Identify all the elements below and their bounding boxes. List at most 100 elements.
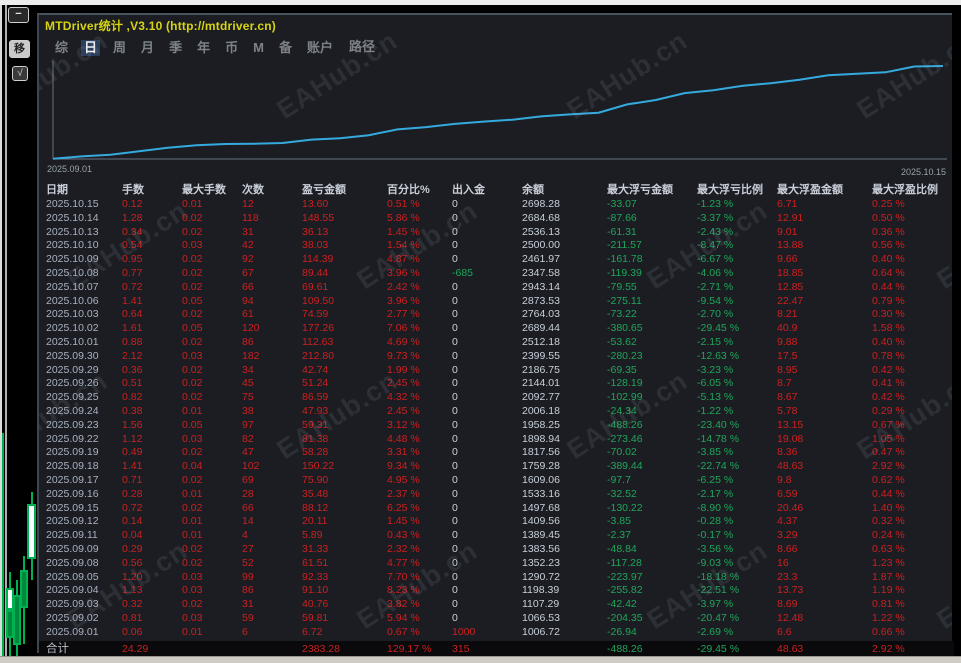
cell: -53.62 xyxy=(607,336,697,350)
cell: 0.03 xyxy=(182,239,242,253)
cell: 0.03 xyxy=(182,433,242,447)
cell: 81.38 xyxy=(302,433,387,447)
cell: 0.72 xyxy=(122,281,182,295)
cell: 1533.16 xyxy=(522,488,607,502)
total-label: 合计 xyxy=(46,641,122,657)
cell: 2144.01 xyxy=(522,377,607,391)
cell: 13.15 xyxy=(777,419,872,433)
cell: -3.23 % xyxy=(697,364,777,378)
cell: 0 xyxy=(452,239,522,253)
total-cell xyxy=(522,641,607,657)
cell: 0.02 xyxy=(182,212,242,226)
cell: 9.88 xyxy=(777,336,872,350)
table-header-row: 日期手数最大手数次数盈亏金额百分比%出入金余额最大浮亏金额最大浮亏比例最大浮盈金… xyxy=(39,182,954,198)
cell: 0.56 % xyxy=(872,239,954,253)
cell: 8.66 xyxy=(777,543,872,557)
cell: 7.06 % xyxy=(387,322,452,336)
cell: 4.48 % xyxy=(387,433,452,447)
cell: -3.85 % xyxy=(697,446,777,460)
cell: 0.28 xyxy=(122,488,182,502)
cell: -685 xyxy=(452,267,522,281)
cell: 0.05 xyxy=(182,419,242,433)
cell: 35.48 xyxy=(302,488,387,502)
table-row: 2025.09.250.820.027586.594.32 %02092.77-… xyxy=(39,391,954,405)
cell: 0.81 xyxy=(122,612,182,626)
tab-账户[interactable]: 账户 xyxy=(305,40,335,56)
table-row: 2025.10.030.640.026174.592.77 %02764.03-… xyxy=(39,308,954,322)
move-button[interactable]: 移 xyxy=(9,40,30,58)
cell: 0.03 xyxy=(182,571,242,585)
cell: 1609.06 xyxy=(522,474,607,488)
tab-日[interactable]: 日 xyxy=(81,40,100,56)
total-cell: 2.92 % xyxy=(872,641,954,657)
cell: 34 xyxy=(242,364,302,378)
tab-path[interactable]: 路径 xyxy=(347,39,377,55)
cell: 1198.39 xyxy=(522,584,607,598)
cell: 1.05 % xyxy=(872,433,954,447)
cell: 86 xyxy=(242,584,302,598)
cell: 2873.53 xyxy=(522,295,607,309)
cell: 0 xyxy=(452,281,522,295)
cell: -3.37 % xyxy=(697,212,777,226)
cell: 2.32 % xyxy=(387,543,452,557)
cell: 0 xyxy=(452,295,522,309)
table-row: 2025.09.181.410.04102150.229.34 %01759.2… xyxy=(39,460,954,474)
cell: 3.12 % xyxy=(387,419,452,433)
tab-币[interactable]: 币 xyxy=(223,40,240,56)
cell: 1.20 xyxy=(122,571,182,585)
table-row: 2025.10.070.720.026669.612.42 %02943.14-… xyxy=(39,281,954,295)
cell: -275.11 xyxy=(607,295,697,309)
cell: 7.70 % xyxy=(387,571,452,585)
cell: 58.28 xyxy=(302,446,387,460)
cell: 0 xyxy=(452,350,522,364)
cell: 3.31 % xyxy=(387,446,452,460)
cell: 0.64 % xyxy=(872,267,954,281)
cell: -0.17 % xyxy=(697,529,777,543)
check-toggle[interactable]: √ xyxy=(12,66,28,81)
cell: 2025.09.19 xyxy=(46,446,122,460)
cell: -2.70 % xyxy=(697,308,777,322)
cell: 0 xyxy=(452,612,522,626)
table-row: 2025.10.130.340.023136.131.45 %02536.13-… xyxy=(39,226,954,240)
minimize-button[interactable]: − xyxy=(8,7,29,23)
cell: 20.46 xyxy=(777,502,872,516)
total-cell: 48.63 xyxy=(777,641,872,657)
cell: -0.28 % xyxy=(697,515,777,529)
cell: 0.67 % xyxy=(387,626,452,640)
cell: 5.94 % xyxy=(387,612,452,626)
cell: -117.28 xyxy=(607,557,697,571)
cell: 0.01 xyxy=(182,198,242,212)
cell: 0 xyxy=(452,226,522,240)
table-row: 2025.09.030.320.023140.763.82 %01107.29-… xyxy=(39,598,954,612)
cell: 92 xyxy=(242,253,302,267)
cell: 0.56 xyxy=(122,557,182,571)
cell: 0.32 xyxy=(122,598,182,612)
cell: 61 xyxy=(242,308,302,322)
tab-综[interactable]: 综 xyxy=(53,40,70,56)
cell: 2025.10.15 xyxy=(46,198,122,212)
tab-备[interactable]: 备 xyxy=(277,40,294,56)
cell: 6.6 xyxy=(777,626,872,640)
cell: 2.12 xyxy=(122,350,182,364)
cell: 2.37 % xyxy=(387,488,452,502)
total-cell xyxy=(182,641,242,657)
cell: 2025.09.01 xyxy=(46,626,122,640)
cell: 0.36 xyxy=(122,364,182,378)
table-row: 2025.09.190.490.024758.283.31 %01817.56-… xyxy=(39,446,954,460)
cell: 14 xyxy=(242,515,302,529)
cell: 0.42 % xyxy=(872,391,954,405)
tab-季[interactable]: 季 xyxy=(167,40,184,56)
cell: 109.50 xyxy=(302,295,387,309)
tab-周[interactable]: 周 xyxy=(111,40,128,56)
cell: 59.31 xyxy=(302,419,387,433)
tab-月[interactable]: 月 xyxy=(139,40,156,56)
tab-M[interactable]: M xyxy=(251,40,266,56)
cell: 1.12 xyxy=(122,433,182,447)
screen: − 移 √ MTDriver统计 ,V3.10 (http://mtdriver… xyxy=(0,0,961,663)
cell: 2025.10.14 xyxy=(46,212,122,226)
table-row: 2025.09.170.710.026975.904.95 %01609.06-… xyxy=(39,474,954,488)
tab-年[interactable]: 年 xyxy=(195,40,212,56)
cell: 18.85 xyxy=(777,267,872,281)
cell: 6.72 xyxy=(302,626,387,640)
cell: 12.48 xyxy=(777,612,872,626)
